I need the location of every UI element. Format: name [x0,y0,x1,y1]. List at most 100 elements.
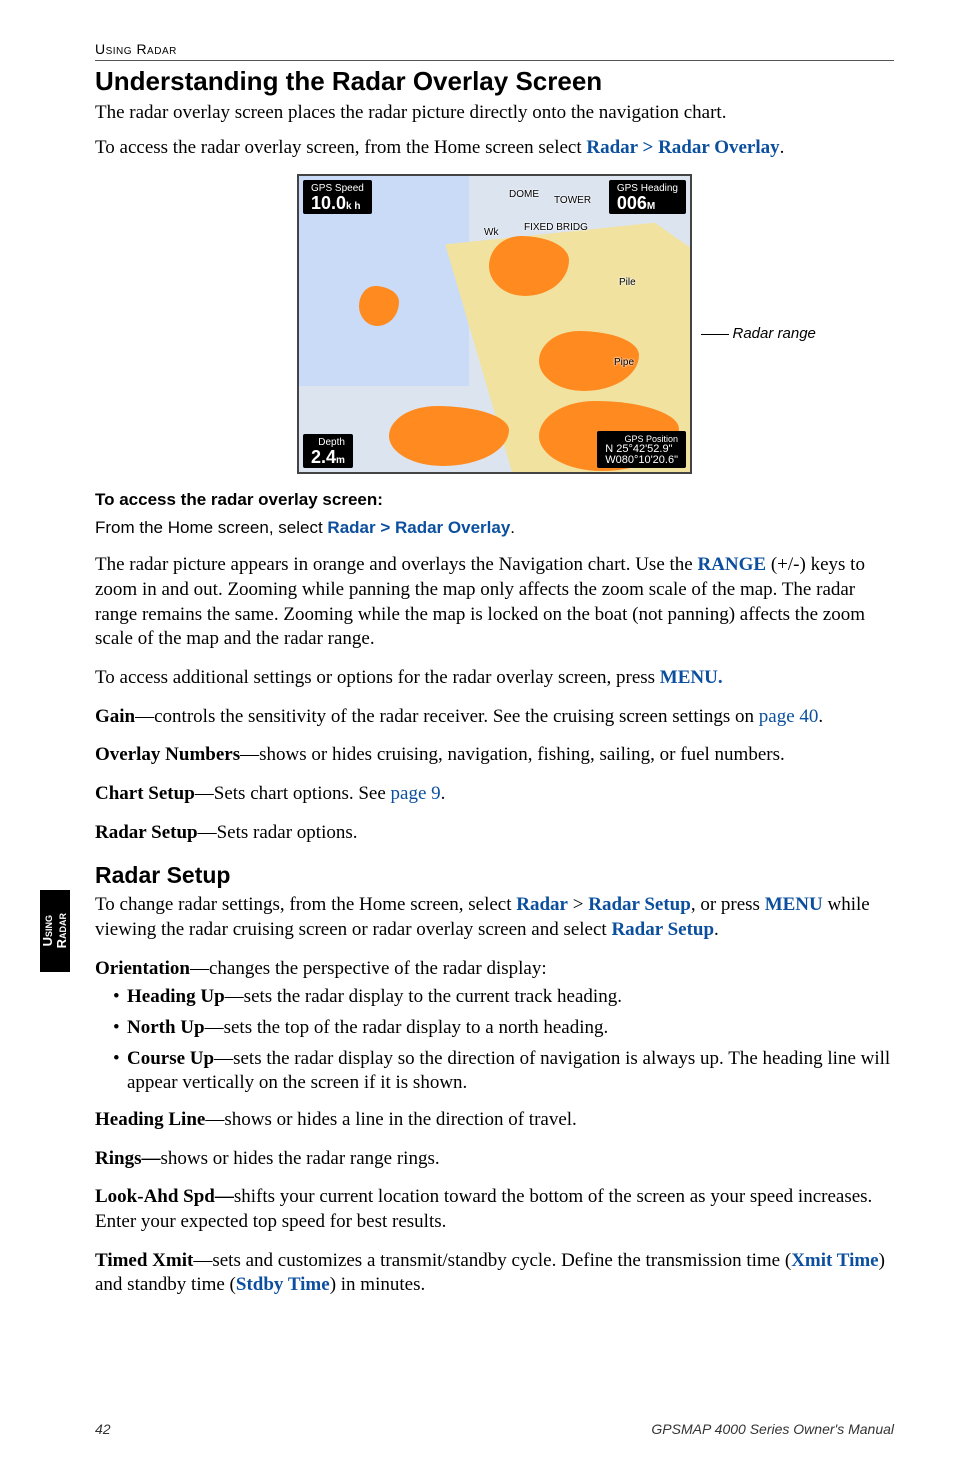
term: Look-Ahd Spd— [95,1186,234,1207]
key-menu: MENU. [660,667,723,688]
map-label: Wk [484,226,498,239]
badge-gps-position: GPS Position N 25°42'52.9" W080°10'20.6" [597,431,686,468]
map-label: Pipe [614,356,634,369]
menu-path: Radar > Radar Overlay [327,518,510,537]
text: To access the radar overlay screen: [95,490,383,509]
text: —sets and customizes a transmit/standby … [193,1250,791,1271]
option-timed-xmit: Timed Xmit—sets and customizes a transmi… [95,1249,894,1298]
badge-unit: m [336,455,345,466]
text: ) in minutes. [330,1274,426,1295]
option-radar-setup: Radar Setup—Sets radar options. [95,821,894,846]
page-ref[interactable]: page 40 [759,706,819,727]
range-paragraph: The radar picture appears in orange and … [95,553,894,652]
text: From the Home screen, select [95,518,327,537]
text: —sets the top of the radar display to a … [205,1017,609,1038]
menu-item: Radar Setup [611,919,714,940]
map-label: TOWER [554,194,591,207]
text: To access the radar overlay screen, from… [95,137,586,158]
term: Gain [95,706,135,727]
menu-paragraph: To access additional settings or options… [95,666,894,691]
option-look-ahd-spd: Look-Ahd Spd—shifts your current locatio… [95,1185,894,1234]
text: shows or hides the radar range rings. [160,1148,439,1169]
menu-path: Radar > Radar Overlay [586,137,779,158]
text: —shows or hides a line in the direction … [205,1109,576,1130]
text: . [441,783,446,804]
text: The radar picture appears in orange and … [95,554,697,575]
section-title-radar-setup: Radar Setup [95,861,894,891]
text: . [780,137,785,158]
menu-item: Radar Setup [588,894,691,915]
param-xmit-time: Xmit Time [791,1250,878,1271]
page-footer: 42 GPSMAP 4000 Series Owner's Manual [95,1420,894,1438]
badge-unit: k h [346,201,360,212]
radar-blob [389,406,509,466]
side-tab-label: Using Radar [41,913,68,948]
term: Heading Up [127,986,225,1007]
term: Orientation [95,958,190,979]
access-instruction-top: To access the radar overlay screen, from… [95,136,894,161]
text: —Sets chart options. See [195,783,391,804]
map-label: Pile [619,276,636,289]
map-label: DOME [509,188,539,201]
term: Rings— [95,1148,160,1169]
page-number: 42 [95,1420,111,1438]
list-item: Heading Up—sets the radar display to the… [113,985,894,1010]
badge-value: 2.4 [311,447,336,467]
badge-gps-heading: GPS Heading 006M [609,180,686,214]
text: . [510,518,515,537]
badge-value: 006 [617,193,647,213]
list-item: Course Up—sets the radar display so the … [113,1047,894,1096]
term: North Up [127,1017,205,1038]
menu-item: Radar [516,894,568,915]
text: —controls the sensitivity of the radar r… [135,706,759,727]
text: Radar [54,913,69,948]
figure-radar-overlay: DOME TOWER FIXED BRIDG Wk Pile Pipe GPS … [95,174,894,474]
text: —shows or hides cruising, navigation, fi… [240,744,785,765]
key-menu: MENU [765,894,823,915]
text: To access additional settings or options… [95,667,660,688]
text: —sets the radar display to the current t… [225,986,622,1007]
side-tab-using-radar: Using Radar [40,890,70,972]
option-gain: Gain—controls the sensitivity of the rad… [95,705,894,730]
access-steps: From the Home screen, select Radar > Rad… [95,517,894,539]
option-overlay-numbers: Overlay Numbers—shows or hides cruising,… [95,743,894,768]
badge-unit: M [647,201,655,212]
map-label: FIXED BRIDG [524,221,588,234]
badge-value: 10.0 [311,193,346,213]
term: Course Up [127,1048,214,1069]
access-heading: To access the radar overlay screen: [95,488,894,513]
param-stdby-time: Stdby Time [236,1274,330,1295]
text: , or press [691,894,765,915]
term: Heading Line [95,1109,205,1130]
caption-text: Radar range [733,324,816,344]
text: —changes the perspective of the radar di… [190,958,547,979]
text: > [568,894,588,915]
option-rings: Rings—shows or hides the radar range rin… [95,1147,894,1172]
term: Radar Setup [95,822,198,843]
text: To change radar settings, from the Home … [95,894,516,915]
section-title-overlay: Understanding the Radar Overlay Screen [95,65,894,99]
key-range: RANGE [697,554,766,575]
text: . [818,706,823,727]
text: —Sets radar options. [198,822,358,843]
list-item: North Up—sets the top of the radar displ… [113,1016,894,1041]
figure-caption: Radar range [701,324,816,344]
term: Chart Setup [95,783,195,804]
radar-setup-intro: To change radar settings, from the Home … [95,893,894,942]
option-orientation: Orientation—changes the perspective of t… [95,957,894,982]
term: Overlay Numbers [95,744,240,765]
orientation-list: Heading Up—sets the radar display to the… [95,985,894,1096]
leader-line [701,334,729,335]
option-chart-setup: Chart Setup—Sets chart options. See page… [95,782,894,807]
option-heading-line: Heading Line—shows or hides a line in th… [95,1108,894,1133]
screenshot: DOME TOWER FIXED BRIDG Wk Pile Pipe GPS … [297,174,692,474]
badge-line: W080°10'20.6" [605,454,678,466]
text: —sets the radar display so the direction… [127,1048,890,1094]
running-head: Using Radar [95,40,894,61]
badge-depth: Depth 2.4m [303,434,353,468]
intro-paragraph: The radar overlay screen places the rada… [95,101,894,126]
text: . [714,919,719,940]
term: Timed Xmit [95,1250,193,1271]
badge-gps-speed: GPS Speed 10.0k h [303,180,372,214]
page-ref[interactable]: page 9 [391,783,441,804]
